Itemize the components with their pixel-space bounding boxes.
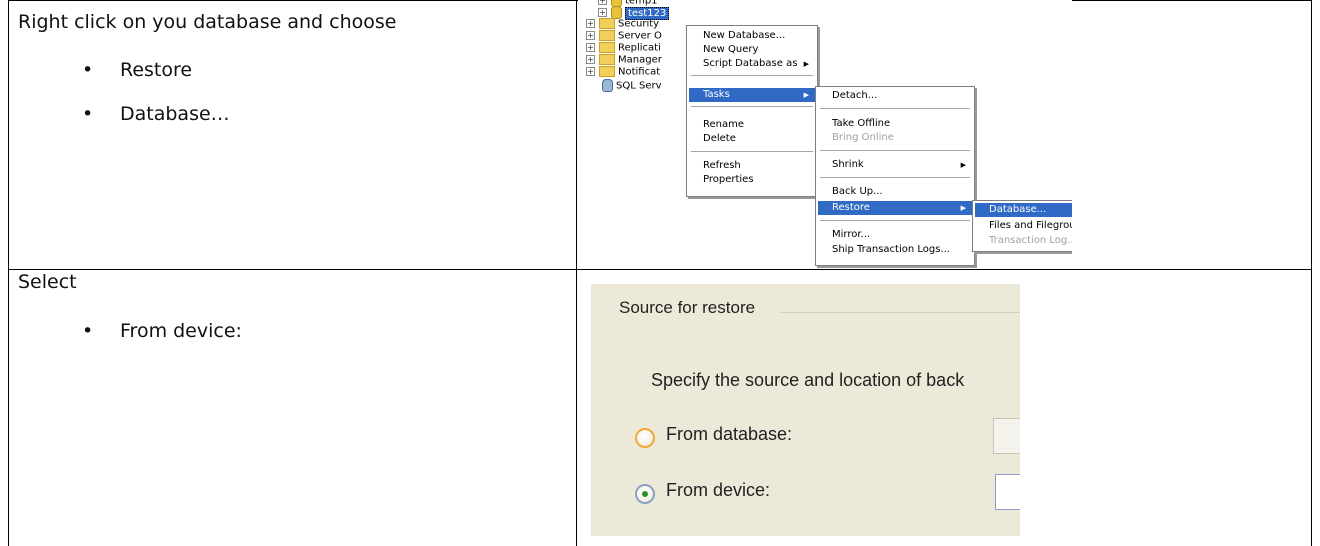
- tree-item-server-objects[interactable]: + Server O: [586, 30, 662, 42]
- menu-item-files-and-filegroups[interactable]: Files and Filegroups...: [975, 219, 1072, 233]
- expand-icon[interactable]: +: [586, 19, 595, 28]
- from-database-radio[interactable]: [635, 428, 655, 448]
- menu-separator: [691, 151, 813, 152]
- from-device-radio[interactable]: [635, 484, 655, 504]
- table-border-right-2: [1311, 269, 1312, 546]
- bullet-dot: •: [82, 59, 94, 81]
- radio-selected-dot: [642, 491, 648, 497]
- tree-item-sql-server-agent[interactable]: SQL Serv: [602, 79, 662, 92]
- expand-icon[interactable]: +: [586, 67, 595, 76]
- menu-item-restore[interactable]: Restore ▶: [818, 201, 972, 215]
- submenu-arrow-icon: ▶: [960, 204, 966, 212]
- context-menu: New Database... New Query Script Databas…: [686, 25, 818, 197]
- menu-item-back-up[interactable]: Back Up...: [818, 185, 972, 199]
- menu-item-detach[interactable]: Detach...: [818, 89, 972, 103]
- table-border-mid: [576, 0, 577, 546]
- from-database-select[interactable]: [993, 418, 1020, 454]
- row2-bullet-from-device: • From device:: [82, 320, 242, 342]
- menu-item-tasks[interactable]: Tasks ▶: [689, 88, 815, 102]
- group-legend: Source for restore: [619, 298, 756, 317]
- submenu-arrow-icon: ▶: [803, 60, 809, 68]
- menu-item-transaction-log: Transaction Log...: [989, 235, 1072, 246]
- restore-submenu: Database... Files and Filegroups... Tran…: [972, 200, 1072, 252]
- folder-icon: [599, 30, 615, 41]
- menu-item-properties[interactable]: Properties: [689, 173, 815, 187]
- table-row-divider: [8, 269, 1312, 270]
- table-border-left: [8, 0, 9, 546]
- folder-icon: [599, 54, 615, 65]
- menu-separator: [820, 177, 970, 178]
- menu-separator: [820, 108, 970, 109]
- expand-icon[interactable]: +: [598, 0, 607, 5]
- tree-item-management[interactable]: + Manager: [586, 54, 662, 66]
- row1-bullet-restore: • Restore: [82, 59, 193, 81]
- ssms-context-menu-screenshot: + temp1 + test123 + Security + Server O + Rep…: [578, 0, 1072, 268]
- folder-icon: [599, 66, 615, 77]
- tree-item-test123[interactable]: + test123: [598, 6, 670, 20]
- menu-item-new-query[interactable]: New Query: [689, 43, 815, 57]
- menu-item-script-database[interactable]: Script Database as ▶: [689, 57, 815, 71]
- submenu-arrow-icon: ▶: [960, 161, 966, 169]
- expand-icon[interactable]: +: [586, 55, 595, 64]
- source-instructions: Specify the source and location of back: [651, 370, 965, 390]
- from-device-input[interactable]: [995, 474, 1020, 510]
- tree-item-replication[interactable]: + Replicati: [586, 42, 661, 54]
- menu-separator: [820, 220, 970, 221]
- expand-icon[interactable]: +: [598, 8, 607, 17]
- table-border-right: [1311, 0, 1312, 270]
- expand-icon[interactable]: +: [586, 31, 595, 40]
- tree-item-notification[interactable]: + Notificat: [586, 66, 660, 78]
- restore-source-screenshot: Source for restore Specify the source an…: [591, 284, 1020, 536]
- agent-icon: [602, 79, 613, 92]
- menu-item-mirror[interactable]: Mirror...: [818, 228, 972, 242]
- row1-bullet-database: • Database…: [82, 103, 230, 125]
- submenu-arrow-icon: ▶: [803, 91, 809, 99]
- group-rule: [781, 312, 1020, 313]
- folder-icon: [599, 42, 615, 53]
- folder-icon: [599, 18, 615, 29]
- menu-item-ship-transaction-logs[interactable]: Ship Transaction Logs...: [818, 243, 972, 257]
- menu-item-delete[interactable]: Delete: [689, 132, 815, 146]
- menu-item-bring-online: Bring Online: [832, 132, 894, 143]
- row1-intro: Right click on you database and choose: [18, 11, 397, 33]
- menu-item-shrink[interactable]: Shrink ▶: [818, 158, 972, 172]
- menu-separator: [691, 106, 813, 107]
- menu-item-new-database[interactable]: New Database...: [689, 29, 815, 43]
- bullet-dot: •: [82, 320, 94, 342]
- bullet-dot: •: [82, 103, 94, 125]
- menu-separator: [691, 75, 813, 76]
- tree-item-security[interactable]: + Security: [586, 18, 659, 30]
- menu-item-take-offline[interactable]: Take Offline: [818, 117, 972, 131]
- menu-item-restore-database[interactable]: Database...: [975, 203, 1072, 217]
- expand-icon[interactable]: +: [586, 43, 595, 52]
- menu-separator: [820, 150, 970, 151]
- tasks-submenu: Detach... Take Offline Bring Online Shri…: [815, 86, 975, 266]
- menu-item-rename[interactable]: Rename: [689, 118, 815, 132]
- row2-intro: Select: [18, 271, 77, 293]
- from-database-label[interactable]: From database:: [666, 424, 792, 445]
- menu-item-refresh[interactable]: Refresh: [689, 159, 815, 173]
- from-device-label[interactable]: From device:: [666, 480, 770, 501]
